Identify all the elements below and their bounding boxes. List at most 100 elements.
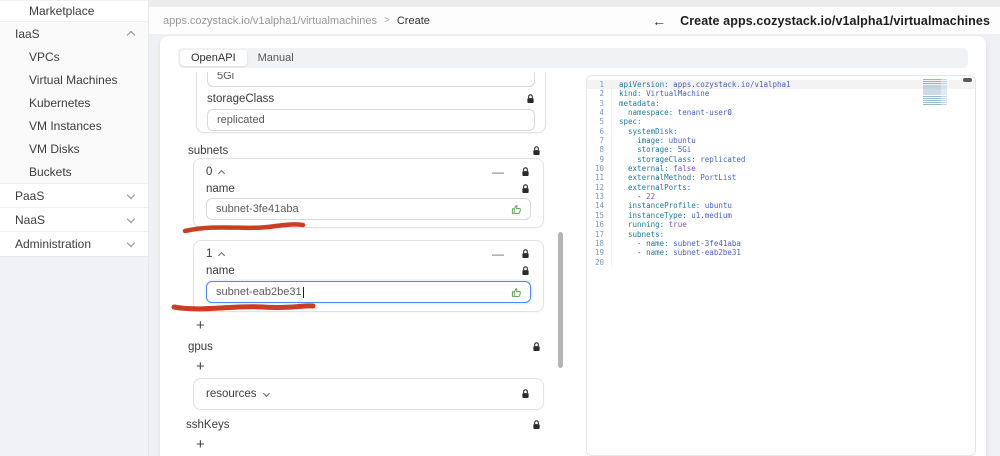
sidebar-item-label: IaaS bbox=[15, 26, 40, 41]
sidebar-item-virtual-machines[interactable]: Virtual Machines bbox=[0, 68, 148, 91]
resources-panel[interactable]: resources bbox=[193, 378, 544, 410]
sidebar-item-marketplace[interactable]: Marketplace bbox=[0, 0, 148, 21]
editor-line[interactable]: 16 running: true bbox=[587, 220, 975, 230]
line-code: - name: subnet-3fe41aba bbox=[611, 238, 741, 249]
line-code: instanceProfile: ubuntu bbox=[611, 201, 732, 211]
storage-input[interactable]: 5Gi bbox=[207, 72, 535, 87]
systemdisk-panel: 5Gi storageClass replicated bbox=[196, 72, 546, 133]
editor-minimap[interactable] bbox=[923, 79, 949, 106]
form-scrollbar-thumb[interactable] bbox=[558, 232, 563, 368]
subnet-item-1-panel: 1 — name subnet-eab2be31 bbox=[193, 240, 544, 312]
page-header: apps.cozystack.io/v1alpha1/virtualmachin… bbox=[149, 7, 1000, 34]
editor-line[interactable]: 6 systemDisk: bbox=[587, 126, 975, 137]
subnet-item-0-header[interactable]: 0 — bbox=[206, 166, 531, 178]
lock-icon[interactable] bbox=[531, 145, 542, 157]
lock-icon[interactable] bbox=[520, 388, 531, 400]
editor-line[interactable]: 1 apiVersion: apps.cozystack.io/v1alpha1 bbox=[587, 80, 975, 90]
line-number: 4 bbox=[599, 108, 604, 118]
editor-line[interactable]: 11 externalMethod: PortList bbox=[587, 173, 975, 183]
content-area: apps.cozystack.io/v1alpha1/virtualmachin… bbox=[149, 0, 1000, 456]
line-number: 7 bbox=[599, 136, 604, 146]
yaml-editor[interactable]: 1 apiVersion: apps.cozystack.io/v1alpha1 2… bbox=[586, 75, 976, 456]
subnet-1-name-input[interactable]: subnet-eab2be31 bbox=[206, 281, 531, 303]
editor-line[interactable]: 4 namespace: tenant-user0 bbox=[587, 108, 975, 118]
editor-line[interactable]: 10 external: false bbox=[587, 164, 975, 174]
chevron-up-icon bbox=[126, 30, 136, 40]
subnet-item-index: 1 bbox=[206, 248, 213, 260]
sshkeys-label-row: sshKeys bbox=[186, 418, 542, 432]
editor-line[interactable]: 17 subnets: bbox=[587, 229, 975, 239]
chevron-down-icon bbox=[126, 238, 136, 247]
breadcrumb-path[interactable]: apps.cozystack.io/v1alpha1/virtualmachin… bbox=[163, 15, 377, 27]
editor-line[interactable]: 9 storageClass: replicated bbox=[587, 154, 975, 165]
sidebar-item-label: Kubernetes bbox=[29, 95, 91, 110]
line-code: storage: 5Gi bbox=[611, 145, 691, 155]
sidebar-item-vm-disks[interactable]: VM Disks bbox=[0, 137, 148, 160]
editor-line[interactable]: 8 storage: 5Gi bbox=[587, 145, 975, 155]
subnet-item-index: 0 bbox=[206, 166, 213, 178]
editor-line[interactable]: 19 - name: subnet-eab2be31 bbox=[587, 248, 975, 258]
lock-icon[interactable] bbox=[520, 248, 531, 260]
tab-openapi[interactable]: OpenAPI bbox=[180, 50, 247, 66]
lock-icon[interactable] bbox=[531, 419, 542, 431]
lock-icon[interactable] bbox=[520, 183, 531, 195]
add-sshkey-button[interactable]: + bbox=[196, 437, 205, 452]
sidebar-item-vm-instances[interactable]: VM Instances bbox=[0, 114, 148, 137]
sidebar-item-iaas[interactable]: IaaS bbox=[0, 21, 148, 45]
line-number: 12 bbox=[594, 182, 604, 192]
line-code: systemDisk: bbox=[611, 126, 678, 137]
line-code: storageClass: replicated bbox=[611, 154, 745, 165]
add-subnet-button[interactable]: + bbox=[196, 318, 205, 333]
sidebar-item-administration[interactable]: Administration bbox=[0, 231, 148, 255]
sidebar-item-label: Buckets bbox=[29, 164, 72, 179]
lock-icon[interactable] bbox=[525, 93, 536, 105]
form-scrollbar[interactable] bbox=[558, 72, 563, 456]
editor-line[interactable]: 13 - 22 bbox=[587, 192, 975, 202]
lock-icon[interactable] bbox=[531, 341, 542, 353]
sidebar-item-vpcs[interactable]: VPCs bbox=[0, 45, 148, 68]
lock-icon[interactable] bbox=[520, 265, 531, 277]
sidebar-item-kubernetes[interactable]: Kubernetes bbox=[0, 91, 148, 114]
name-label: name bbox=[206, 265, 235, 277]
back-arrow-icon[interactable]: ← bbox=[652, 14, 666, 28]
remove-item-button[interactable]: — bbox=[492, 166, 504, 178]
editor-line[interactable]: 3 metadata: bbox=[587, 98, 975, 109]
sidebar-item-buckets[interactable]: Buckets bbox=[0, 160, 148, 183]
line-number: 6 bbox=[599, 126, 604, 136]
editor-line[interactable]: 5 spec: bbox=[587, 117, 975, 127]
sidebar-item-label: VPCs bbox=[29, 49, 60, 64]
top-strip bbox=[149, 0, 1000, 7]
editor-line[interactable]: 14 instanceProfile: ubuntu bbox=[587, 201, 975, 211]
editor-line[interactable]: 12 externalPorts: bbox=[587, 182, 975, 193]
sidebar-item-label: Marketplace bbox=[29, 4, 95, 18]
sidebar-item-label: NaaS bbox=[15, 212, 46, 227]
sidebar-item-naas[interactable]: NaaS bbox=[0, 207, 148, 231]
storageclass-input[interactable]: replicated bbox=[207, 109, 535, 131]
lock-icon[interactable] bbox=[520, 166, 531, 178]
storageclass-label: storageClass bbox=[207, 93, 275, 105]
storage-value: 5Gi bbox=[217, 72, 235, 82]
subnet-0-name-input[interactable]: subnet-3fe41aba bbox=[206, 198, 531, 220]
subnet-1-name-value: subnet-eab2be31 bbox=[216, 286, 302, 298]
tab-manual[interactable]: Manual bbox=[247, 50, 305, 66]
sidebar-item-paas[interactable]: PaaS bbox=[0, 183, 148, 207]
editor-line[interactable]: 15 instanceType: u1.medium bbox=[587, 210, 975, 221]
editor-line[interactable]: 7 image: ubuntu bbox=[587, 136, 975, 146]
line-number: 18 bbox=[594, 238, 604, 248]
line-number: 5 bbox=[599, 117, 604, 127]
subnet-item-1-header[interactable]: 1 — bbox=[206, 248, 531, 260]
add-gpu-button[interactable]: + bbox=[196, 359, 205, 374]
gpus-label-row: gpus bbox=[188, 340, 542, 354]
chevron-up-icon bbox=[218, 169, 226, 178]
editor-line[interactable]: 2 kind: VirtualMachine bbox=[587, 89, 975, 99]
line-code: external: false bbox=[611, 164, 696, 174]
editor-line[interactable]: 18 - name: subnet-3fe41aba bbox=[587, 238, 975, 249]
editor-line[interactable]: 20 bbox=[587, 257, 975, 267]
editor-scrollbar-thumb[interactable] bbox=[963, 78, 972, 82]
remove-item-button[interactable]: — bbox=[492, 248, 504, 260]
storageclass-value: replicated bbox=[217, 114, 265, 126]
line-number: 17 bbox=[594, 229, 604, 239]
line-code: externalMethod: PortList bbox=[611, 173, 736, 183]
line-number: 8 bbox=[599, 145, 604, 155]
line-code: running: true bbox=[611, 220, 687, 230]
